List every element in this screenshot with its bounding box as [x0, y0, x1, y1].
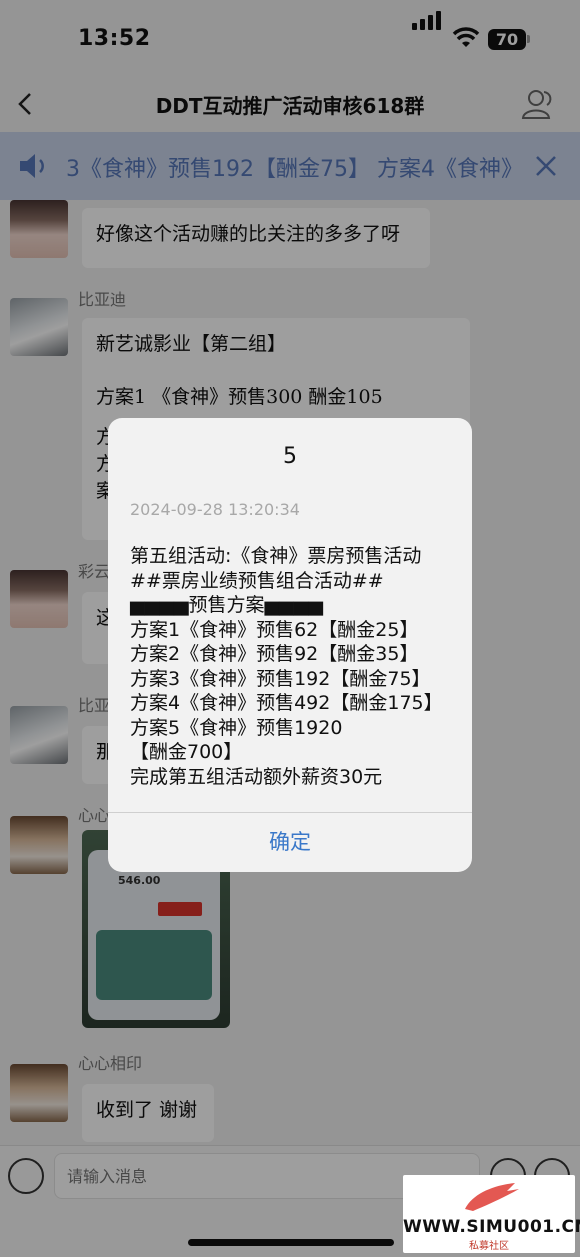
dialog-line: 完成第五组活动额外薪资30元	[130, 765, 383, 788]
dialog-line: ▅▅▅▅预售方案▅▅▅▅	[130, 594, 323, 616]
watermark-sub: 私募社区	[469, 1241, 509, 1252]
dialog-line: ##票房业绩预售组合活动##	[130, 569, 384, 592]
dialog-line: 方案4《食神》预售492【酬金175】	[130, 692, 443, 714]
dialog-line: 方案1《食神》预售62【酬金25】	[130, 618, 419, 641]
dialog-title: 5	[283, 444, 297, 469]
confirm-button[interactable]: 确定	[108, 813, 472, 872]
dialog-line: 第五组活动:《食神》票房预售活动	[130, 545, 422, 567]
dialog-body: 第五组活动:《食神》票房预售活动 ##票房业绩预售组合活动## ▅▅▅▅预售方案…	[130, 544, 460, 789]
watermark-logo-icon	[465, 1183, 519, 1211]
watermark-site: WWW.SIMU001.CN	[403, 1217, 580, 1237]
dialog-timestamp: 2024-09-28 13:20:34	[130, 500, 300, 519]
dialog-line: 方案3《食神》预售192【酬金75】	[130, 667, 431, 690]
watermark: WWW.SIMU001.CN 私募社区	[403, 1175, 580, 1253]
announcement-dialog: 5 2024-09-28 13:20:34 第五组活动:《食神》票房预售活动 #…	[108, 418, 472, 872]
dialog-line: 【酬金700】	[130, 741, 243, 763]
dialog-line: 方案2《食神》预售92【酬金35】	[130, 643, 419, 665]
dialog-line: 方案5《食神》预售1920	[130, 716, 343, 739]
